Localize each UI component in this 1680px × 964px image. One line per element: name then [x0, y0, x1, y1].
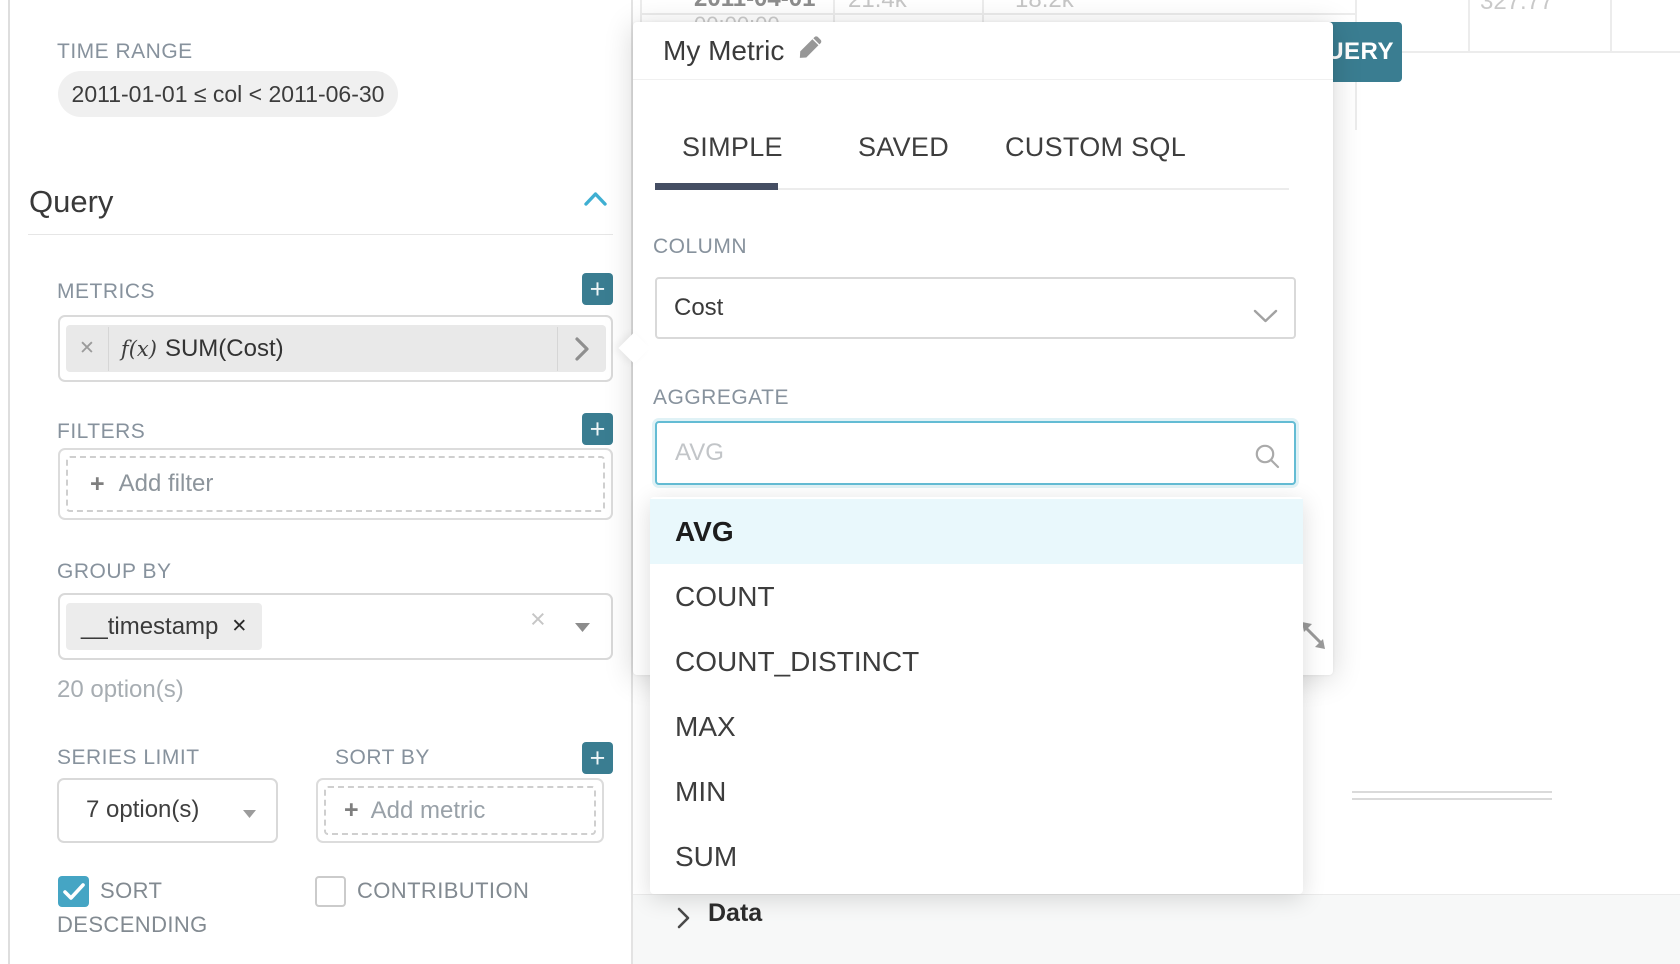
column-select[interactable]: Cost	[655, 277, 1296, 339]
active-tab-inkbar	[655, 183, 778, 190]
tab-custom-sql[interactable]: CUSTOM SQL	[1005, 132, 1186, 163]
time-range-label: TIME RANGE	[57, 40, 193, 64]
data-section-chevron-icon[interactable]	[675, 906, 691, 935]
tab-simple[interactable]: SIMPLE	[682, 132, 783, 163]
aggregate-label: AGGREGATE	[653, 386, 789, 410]
pane-splitter-handle[interactable]	[1352, 791, 1552, 800]
check-icon	[63, 883, 85, 901]
contribution-checkbox[interactable]	[315, 876, 346, 907]
add-filter-button[interactable]: + Add filter	[66, 456, 605, 512]
remove-metric-icon[interactable]: ✕	[66, 337, 108, 360]
group-by-tag[interactable]: __timestamp ✕	[66, 603, 262, 650]
table-row-line	[1357, 51, 1680, 53]
time-range-filter-pill[interactable]: 2011-01-01 ≤ col < 2011-06-30	[58, 71, 398, 117]
remove-tag-icon[interactable]: ✕	[231, 615, 247, 638]
series-limit-value: 7 option(s)	[86, 796, 199, 824]
data-section-title[interactable]: Data	[708, 899, 762, 928]
popover-header-divider	[633, 79, 1333, 80]
add-sort-metric-button[interactable]: + Add metric	[324, 786, 596, 835]
edit-metric-chevron-icon[interactable]	[558, 336, 606, 362]
series-limit-select[interactable]: 7 option(s)	[57, 778, 278, 843]
popover-arrow	[618, 332, 649, 363]
metrics-control: ✕ f(x) SUM(Cost)	[58, 315, 613, 382]
sort-descending-label-line1: SORT	[100, 878, 162, 904]
data-south-pane	[633, 894, 1680, 964]
clear-select-icon[interactable]: ×	[530, 604, 546, 635]
metric-pill[interactable]: ✕ f(x) SUM(Cost)	[66, 325, 606, 372]
table-grid-line	[1468, 0, 1470, 51]
column-label: COLUMN	[653, 235, 747, 259]
add-metric-label: Add metric	[371, 797, 486, 825]
add-filter-label: Add filter	[119, 470, 214, 498]
sort-descending-checkbox[interactable]	[58, 876, 89, 907]
option-max[interactable]: MAX	[650, 694, 1303, 759]
function-icon: f(x)	[121, 337, 157, 361]
plus-icon: +	[344, 796, 359, 825]
option-min[interactable]: MIN	[650, 759, 1303, 824]
metric-title: My Metric	[663, 35, 784, 67]
table-grid-line	[1610, 0, 1612, 51]
table-grid-line	[982, 0, 984, 22]
query-collapse-chevron-icon[interactable]	[584, 191, 607, 213]
pill-divider	[108, 327, 109, 371]
table-cell-value: 327.77	[1480, 0, 1553, 16]
select-caret-icon[interactable]	[242, 806, 257, 824]
popover-resize-handle-icon[interactable]	[1300, 620, 1327, 656]
column-value: Cost	[674, 294, 723, 322]
chevron-down-icon	[1253, 303, 1278, 331]
sort-descending-label-line2: DESCENDING	[57, 912, 208, 938]
group-by-tag-label: __timestamp	[81, 613, 218, 641]
sort-by-control: + Add metric	[316, 778, 604, 843]
superset-explore-screen: { "left_panel": { "time_range": { "label…	[0, 0, 1680, 964]
popover-header: My Metric	[663, 35, 823, 67]
table-cell-value: 21.4k	[848, 0, 907, 14]
add-sort-metric-plus-button[interactable]: +	[582, 742, 613, 774]
add-filter-plus-button[interactable]: +	[582, 413, 613, 445]
option-sum[interactable]: SUM	[650, 824, 1303, 889]
series-limit-label: SERIES LIMIT	[57, 746, 200, 770]
aggregate-options-dropdown: AVG COUNT COUNT_DISTINCT MAX MIN SUM	[650, 497, 1303, 894]
query-section-title: Query	[29, 184, 113, 220]
group-by-select[interactable]: __timestamp ✕ ×	[58, 593, 613, 660]
group-by-options-hint: 20 option(s)	[57, 676, 184, 704]
aggregate-search-input[interactable]	[655, 421, 1296, 485]
filters-label: FILTERS	[57, 420, 145, 444]
metric-name: SUM(Cost)	[165, 335, 284, 363]
add-metric-button[interactable]: +	[582, 273, 613, 305]
table-grid-line	[833, 0, 835, 22]
select-caret-icon[interactable]	[574, 620, 591, 638]
contribution-label: CONTRIBUTION	[357, 878, 529, 904]
sort-by-label: SORT BY	[335, 746, 430, 770]
option-count[interactable]: COUNT	[650, 564, 1303, 629]
table-cell-value: 18.2k	[1015, 0, 1074, 14]
tab-saved[interactable]: SAVED	[858, 132, 949, 163]
option-avg[interactable]: AVG	[650, 499, 1303, 564]
option-count-distinct[interactable]: COUNT_DISTINCT	[650, 629, 1303, 694]
group-by-label: GROUP BY	[57, 560, 171, 584]
table-grid-line	[640, 0, 642, 22]
section-divider	[28, 234, 613, 235]
left-panel-border	[8, 0, 10, 964]
edit-title-pencil-icon[interactable]	[797, 36, 823, 67]
time-range-value: 2011-01-01 ≤ col < 2011-06-30	[72, 81, 385, 108]
filters-control: + Add filter	[58, 448, 613, 520]
metrics-label: METRICS	[57, 280, 155, 304]
plus-icon: +	[90, 470, 105, 499]
